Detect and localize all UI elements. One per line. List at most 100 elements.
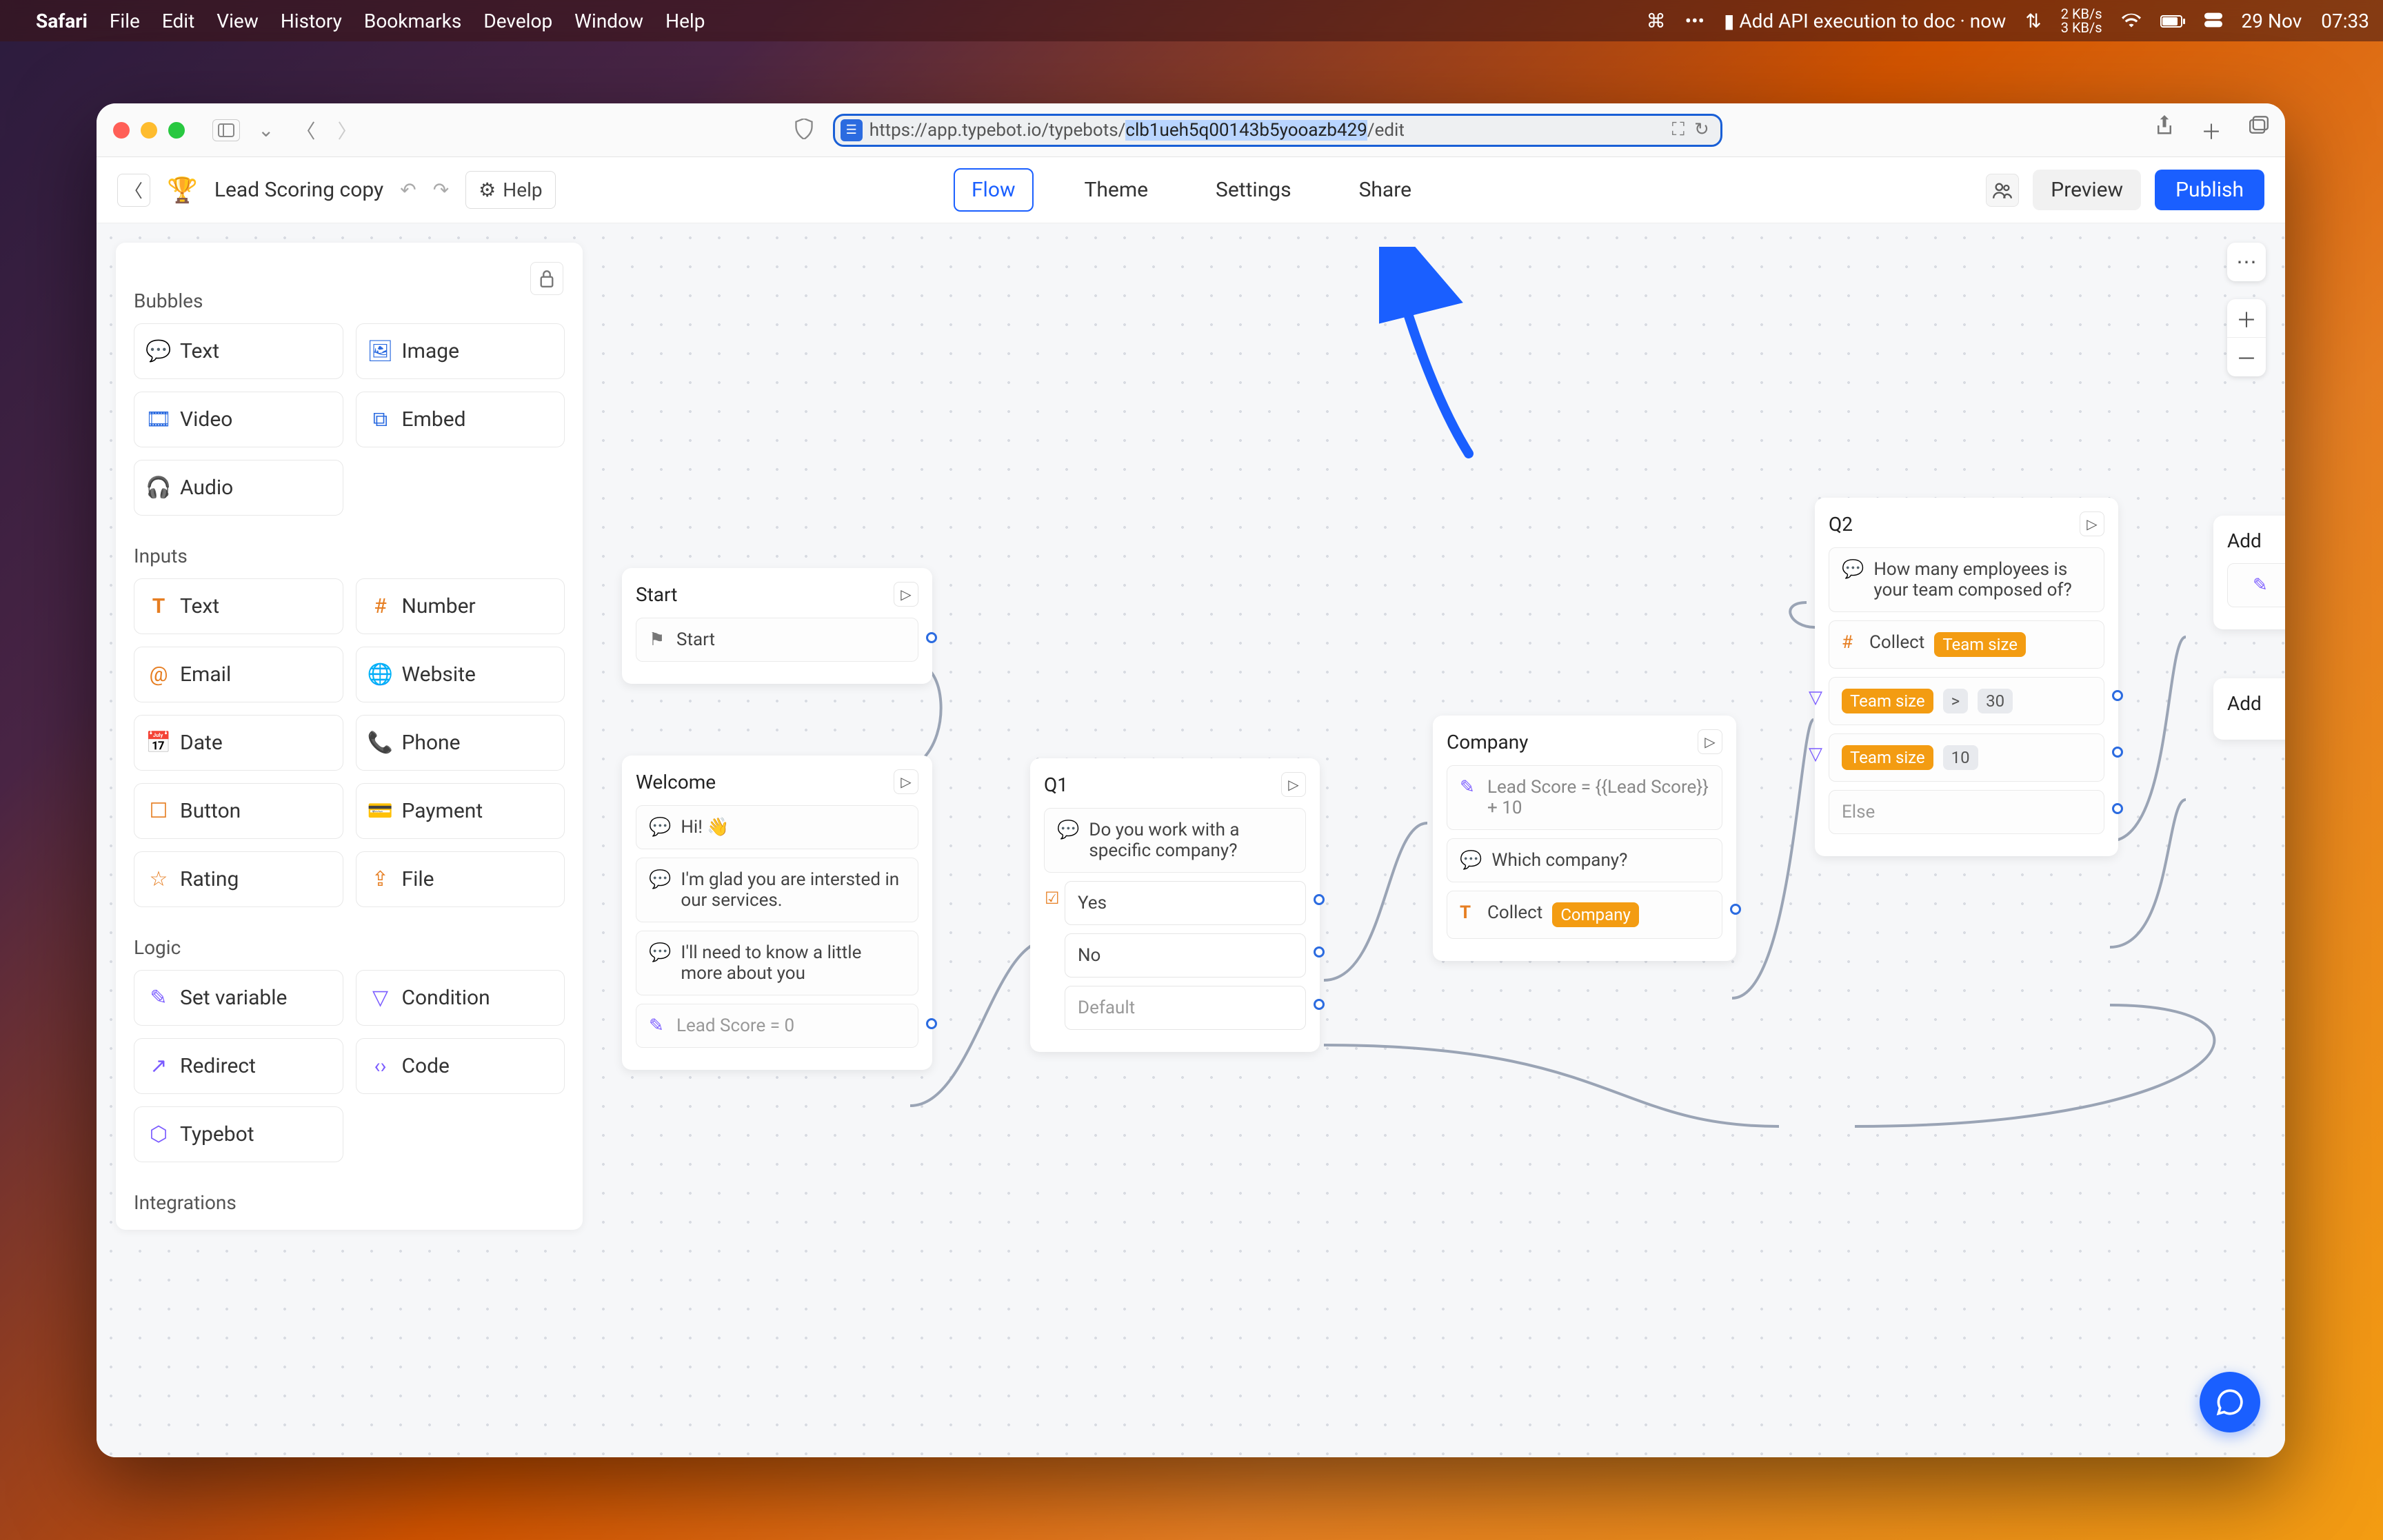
tab-theme[interactable]: Theme [1067, 170, 1165, 210]
option-no[interactable]: No [1065, 933, 1306, 977]
play-icon[interactable]: ▷ [894, 769, 918, 794]
support-chat-button[interactable] [2200, 1372, 2260, 1432]
output-port[interactable] [1730, 904, 1741, 915]
block-video[interactable]: 🎞Video [134, 392, 343, 447]
block-number-input[interactable]: #Number [356, 578, 565, 634]
privacy-shield-icon[interactable] [794, 119, 814, 142]
block-date-input[interactable]: 📅Date [134, 715, 343, 771]
group-title[interactable]: Add [2227, 529, 2262, 552]
block-file-input[interactable]: ⇪File [356, 851, 565, 907]
option-default[interactable]: Default [1065, 986, 1306, 1030]
redo-button[interactable]: ↷ [433, 179, 449, 201]
play-icon[interactable]: ▷ [894, 582, 918, 607]
time[interactable]: 07:33 [2321, 10, 2369, 32]
back-button[interactable]: 〈 [292, 116, 319, 144]
zoom-in-button[interactable]: ＋ [2227, 299, 2266, 338]
undo-button[interactable]: ↶ [400, 179, 416, 201]
step-text[interactable]: 💬I'll need to know a little more about y… [636, 931, 918, 995]
reader-icon[interactable]: ⛶ [1672, 119, 1685, 141]
cast-icon[interactable]: ⌘ [1647, 10, 1666, 32]
address-bar[interactable]: ☰ https://app.typebot.io/typebots/clb1ue… [833, 114, 1722, 147]
zoom-out-button[interactable]: － [2227, 338, 2266, 376]
share-icon[interactable] [2155, 115, 2173, 145]
step-placeholder[interactable]: ✎ [2227, 563, 2285, 607]
menu-history[interactable]: History [281, 10, 342, 32]
sidebar-toggle-button[interactable] [212, 119, 240, 141]
block-text-bubble[interactable]: 💬Text [134, 323, 343, 379]
lock-panel-button[interactable] [530, 262, 563, 295]
step-text[interactable]: 💬I'm glad you are intersted in our servi… [636, 858, 918, 922]
step-text[interactable]: 💬Do you work with a specific company? [1044, 808, 1306, 873]
battery-icon[interactable] [2160, 10, 2185, 32]
output-port[interactable] [1314, 894, 1325, 905]
task-status[interactable]: ▮ Add API execution to doc · now [1724, 10, 2006, 32]
group-start[interactable]: Start ▷ ⚑ Start [622, 568, 932, 684]
maximize-window-button[interactable] [168, 122, 185, 139]
group-add-2[interactable]: Add [2213, 678, 2285, 740]
play-icon[interactable]: ▷ [2080, 511, 2104, 536]
menu-file[interactable]: File [110, 10, 140, 32]
output-port[interactable] [1314, 999, 1325, 1010]
tab-share[interactable]: Share [1343, 170, 1428, 210]
block-website-input[interactable]: 🌐Website [356, 647, 565, 702]
output-port[interactable] [2112, 803, 2123, 814]
publish-button[interactable]: Publish [2155, 170, 2264, 210]
block-email-input[interactable]: @Email [134, 647, 343, 702]
step-collect[interactable]: T Collect Company [1447, 891, 1722, 939]
block-code[interactable]: ‹›Code [356, 1038, 565, 1094]
preview-button[interactable]: Preview [2033, 170, 2141, 210]
group-title[interactable]: Q2 [1829, 513, 1853, 536]
block-image[interactable]: 🖼Image [356, 323, 565, 379]
group-title[interactable]: Company [1447, 731, 1528, 753]
wifi-icon[interactable] [2122, 10, 2141, 32]
group-title[interactable]: Welcome [636, 771, 716, 793]
tabs-icon[interactable] [2249, 115, 2269, 145]
step-set-variable[interactable]: ✎Lead Score = {{Lead Score}} + 10 [1447, 765, 1722, 830]
play-icon[interactable]: ▷ [1281, 772, 1306, 797]
step-condition[interactable]: ▽ Team size 10 [1829, 733, 2104, 782]
output-port[interactable] [2112, 747, 2123, 758]
step-else[interactable]: Else [1829, 790, 2104, 834]
step-text[interactable]: 💬Hi! 👋 [636, 805, 918, 849]
block-condition[interactable]: ▽Condition [356, 970, 565, 1026]
canvas[interactable]: Bubbles 💬Text 🖼Image 🎞Video ⧉Embed 🎧Audi… [97, 223, 2285, 1457]
step-text[interactable]: 💬How many employees is your team compose… [1829, 547, 2104, 612]
group-title[interactable]: Add [2227, 692, 2262, 715]
menu-view[interactable]: View [217, 10, 259, 32]
block-set-variable[interactable]: ✎Set variable [134, 970, 343, 1026]
step-set-variable[interactable]: ✎ Lead Score = 0 [636, 1004, 918, 1048]
bot-name[interactable]: Lead Scoring copy [214, 178, 383, 202]
new-tab-icon[interactable]: ＋ [2201, 115, 2222, 145]
menu-edit[interactable]: Edit [162, 10, 194, 32]
block-phone-input[interactable]: 📞Phone [356, 715, 565, 771]
step-text[interactable]: 💬Which company? [1447, 838, 1722, 882]
help-button[interactable]: ⚙ Help [465, 171, 555, 209]
option-yes[interactable]: Yes [1065, 881, 1306, 925]
group-welcome[interactable]: Welcome ▷ 💬Hi! 👋 💬I'm glad you are inter… [622, 756, 932, 1070]
tab-flow[interactable]: Flow [954, 168, 1034, 212]
block-embed[interactable]: ⧉Embed [356, 392, 565, 447]
group-title[interactable]: Start [636, 583, 677, 606]
output-port[interactable] [926, 1018, 937, 1029]
group-title[interactable]: Q1 [1044, 773, 1068, 796]
menu-window[interactable]: Window [574, 10, 643, 32]
back-to-bots-button[interactable]: 〈 [117, 174, 150, 207]
canvas-menu-button[interactable]: ⋯ [2227, 243, 2266, 281]
block-payment-input[interactable]: 💳Payment [356, 783, 565, 839]
group-add-1[interactable]: Add ✎ [2213, 516, 2285, 629]
output-port[interactable] [2112, 690, 2123, 701]
group-q2[interactable]: Q2 ▷ 💬How many employees is your team co… [1815, 498, 2118, 856]
block-redirect[interactable]: ↗Redirect [134, 1038, 343, 1094]
collaborators-button[interactable] [1986, 174, 2019, 207]
minimize-window-button[interactable] [141, 122, 157, 139]
tab-settings[interactable]: Settings [1199, 170, 1308, 210]
group-company[interactable]: Company ▷ ✎Lead Score = {{Lead Score}} +… [1433, 716, 1736, 961]
block-button-input[interactable]: ☐Button [134, 783, 343, 839]
close-window-button[interactable] [113, 122, 130, 139]
output-port[interactable] [1314, 946, 1325, 958]
menu-bookmarks[interactable]: Bookmarks [364, 10, 462, 32]
reload-icon[interactable]: ↻ [1694, 119, 1709, 141]
step-condition[interactable]: ▽ Team size > 30 [1829, 677, 2104, 725]
output-port[interactable] [926, 632, 937, 643]
block-text-input[interactable]: TText [134, 578, 343, 634]
